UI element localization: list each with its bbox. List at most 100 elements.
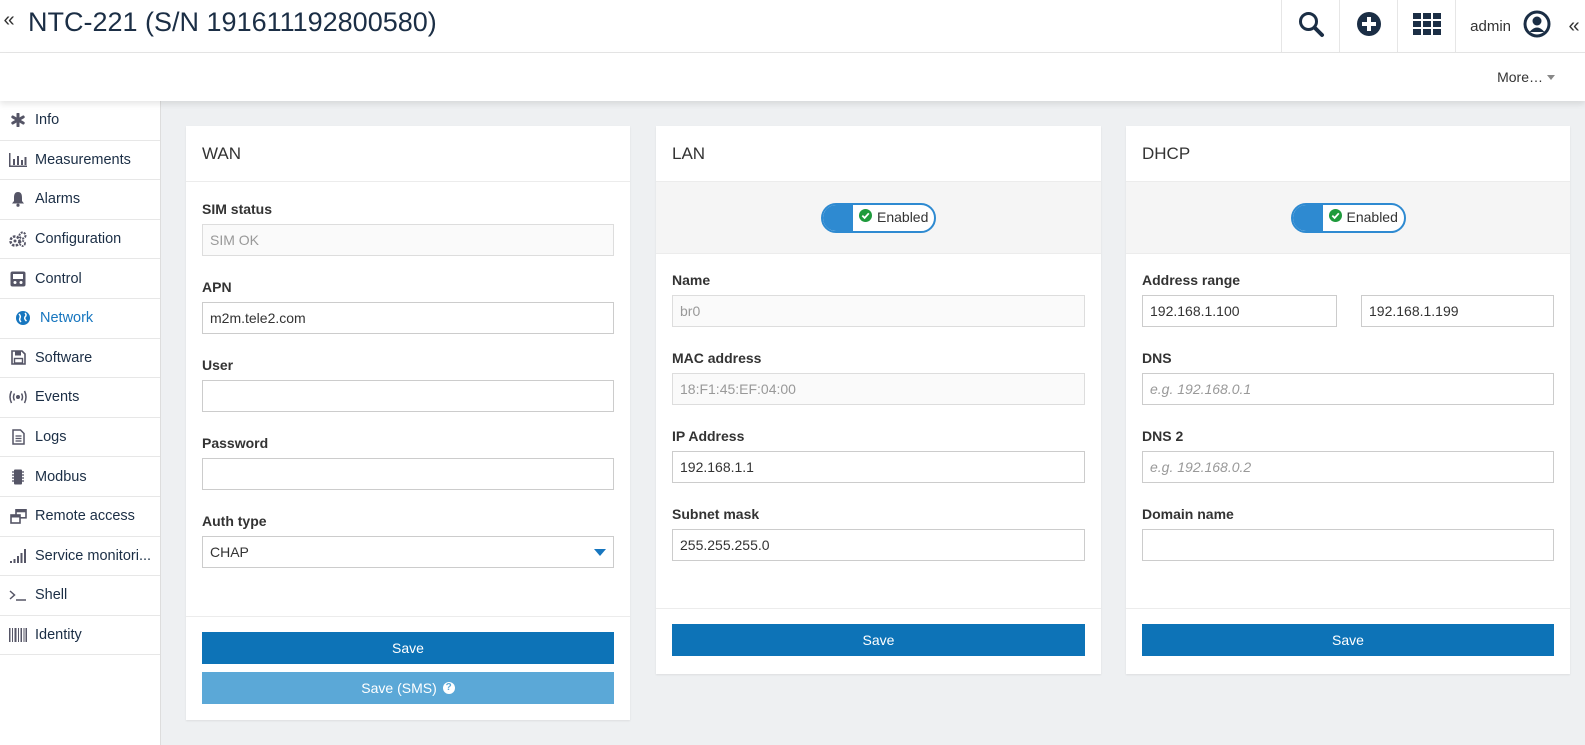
toggle-state: Enabled <box>859 208 928 225</box>
auth-type-label: Auth type <box>202 513 267 529</box>
mac-field: MAC address 18:F1:45:EF:04:00 <box>656 350 1101 405</box>
auth-type-select[interactable]: CHAP <box>202 536 614 568</box>
lan-enabled-toggle[interactable]: Enabled <box>821 202 936 233</box>
auth-type-value: CHAP <box>210 544 249 560</box>
asterisk-icon <box>9 111 27 129</box>
dhcp-card-title: DHCP <box>1126 126 1570 182</box>
collapse-right-button[interactable]: « <box>1563 0 1585 53</box>
subnet-field: Subnet mask 255.255.255.0 <box>656 506 1101 561</box>
sidebar-item-measurements[interactable]: Measurements <box>0 141 160 181</box>
apn-input[interactable]: m2m.tele2.com <box>202 302 614 334</box>
sidebar-item-events[interactable]: Events <box>0 378 160 418</box>
sidebar-item-remote-access[interactable]: Remote access <box>0 497 160 537</box>
sidebar-item-label: Shell <box>35 587 68 604</box>
ip-input[interactable]: 192.168.1.1 <box>672 451 1085 483</box>
sidebar-item-label: Identity <box>35 627 82 644</box>
lan-card: LAN Enabled Name br0 MAC address 18:F1:4… <box>656 126 1101 674</box>
lan-save-button[interactable]: Save <box>672 624 1085 656</box>
sidebar-item-alarms[interactable]: Alarms <box>0 180 160 220</box>
more-menu-button[interactable]: More… <box>1497 69 1555 85</box>
sidebar-item-label: Measurements <box>35 151 131 168</box>
grid-icon <box>1412 13 1441 40</box>
signal-icon <box>9 547 27 565</box>
sidebar: Info Measurements Alarms Configuration C… <box>0 101 161 745</box>
range-start-input[interactable]: 192.168.1.100 <box>1142 295 1337 327</box>
sidebar-item-shell[interactable]: Shell <box>0 576 160 616</box>
user-input[interactable] <box>202 380 614 412</box>
wan-save-button[interactable]: Save <box>202 632 614 664</box>
auth-type-field: Auth type CHAP <box>186 513 630 568</box>
sidebar-item-identity[interactable]: Identity <box>0 616 160 656</box>
wan-card-footer: Save Save (SMS) ? <box>186 616 630 704</box>
toggle-knob <box>1292 204 1323 231</box>
lan-name-label: Name <box>672 272 711 288</box>
user-menu[interactable]: admin <box>1455 0 1563 53</box>
lan-name-field: Name br0 <box>656 272 1101 327</box>
domain-field: Domain name <box>1126 506 1570 561</box>
terminal-icon <box>9 586 27 604</box>
sidebar-item-network[interactable]: Network <box>0 299 160 339</box>
address-range-field: Address range 192.168.1.100 192.168.1.19… <box>1126 272 1570 327</box>
document-icon <box>9 428 27 446</box>
app-switcher-button[interactable] <box>1397 0 1455 53</box>
check-circle-icon <box>859 208 872 225</box>
dns2-input[interactable]: e.g. 192.168.0.2 <box>1142 451 1554 483</box>
sidebar-item-label: Events <box>35 389 80 406</box>
collapse-left-button[interactable]: « <box>2 9 16 31</box>
chevron-down-icon <box>594 548 606 556</box>
sidebar-item-label: Logs <box>35 429 67 446</box>
sidebar-item-info[interactable]: Info <box>0 101 160 141</box>
search-icon <box>1297 10 1325 43</box>
domain-label: Domain name <box>1142 506 1234 522</box>
more-label: More… <box>1497 69 1543 85</box>
wan-save-sms-button[interactable]: Save (SMS) ? <box>202 672 614 704</box>
plus-circle-icon <box>1356 11 1382 42</box>
user-label: User <box>202 357 234 373</box>
lan-card-title: LAN <box>656 126 1101 182</box>
lan-name-input: br0 <box>672 295 1085 327</box>
add-button[interactable] <box>1339 0 1397 53</box>
sim-status-label: SIM status <box>202 201 273 217</box>
sidebar-item-label: Modbus <box>35 468 87 485</box>
dhcp-enabled-toggle[interactable]: Enabled <box>1290 202 1406 233</box>
bell-icon <box>9 190 27 208</box>
ip-field: IP Address 192.168.1.1 <box>656 428 1101 483</box>
domain-input[interactable] <box>1142 529 1554 561</box>
dhcp-toggle-label: Enabled <box>1346 208 1398 225</box>
caret-down-icon <box>1547 74 1555 80</box>
sidebar-item-label: Control <box>35 270 82 287</box>
question-circle-icon: ? <box>442 682 455 694</box>
sidebar-item-logs[interactable]: Logs <box>0 418 160 458</box>
sidebar-item-control[interactable]: Control <box>0 259 160 299</box>
sidebar-item-label: Alarms <box>35 191 81 208</box>
search-button[interactable] <box>1281 0 1339 53</box>
sidebar-item-configuration[interactable]: Configuration <box>0 220 160 260</box>
mac-input: 18:F1:45:EF:04:00 <box>672 373 1085 405</box>
mac-label: MAC address <box>672 350 762 366</box>
user-name: admin <box>1470 18 1511 35</box>
sidebar-item-modbus[interactable]: Modbus <box>0 457 160 497</box>
floppy-icon <box>9 349 27 367</box>
sidebar-item-label: Info <box>35 112 60 129</box>
dns-label: DNS <box>1142 350 1172 366</box>
password-field: Password <box>186 435 630 490</box>
dhcp-save-button[interactable]: Save <box>1142 624 1554 656</box>
password-label: Password <box>202 435 269 451</box>
subnet-input[interactable]: 255.255.255.0 <box>672 529 1085 561</box>
top-actions: admin « <box>1281 0 1585 53</box>
password-input[interactable] <box>202 458 614 490</box>
barcode-icon <box>9 626 27 644</box>
sidebar-item-label: Service monitori... <box>35 547 152 564</box>
range-end-input[interactable]: 192.168.1.199 <box>1361 295 1554 327</box>
user-field: User <box>186 357 630 412</box>
sim-status-input: SIM OK <box>202 224 614 256</box>
sim-status-field: SIM status SIM OK <box>186 201 630 256</box>
dns-input[interactable]: e.g. 192.168.0.1 <box>1142 373 1554 405</box>
apn-label: APN <box>202 279 232 295</box>
sidebar-item-service-monitoring[interactable]: Service monitori... <box>0 537 160 577</box>
dhcp-card: DHCP Enabled Address range 192.168.1.100… <box>1126 126 1570 674</box>
top-bar: « NTC-221 (S/N 191611192800580) admin « <box>0 0 1585 53</box>
address-range-label: Address range <box>1142 272 1241 288</box>
sidebar-item-software[interactable]: Software <box>0 339 160 379</box>
dhcp-card-footer: Save <box>1126 608 1570 656</box>
